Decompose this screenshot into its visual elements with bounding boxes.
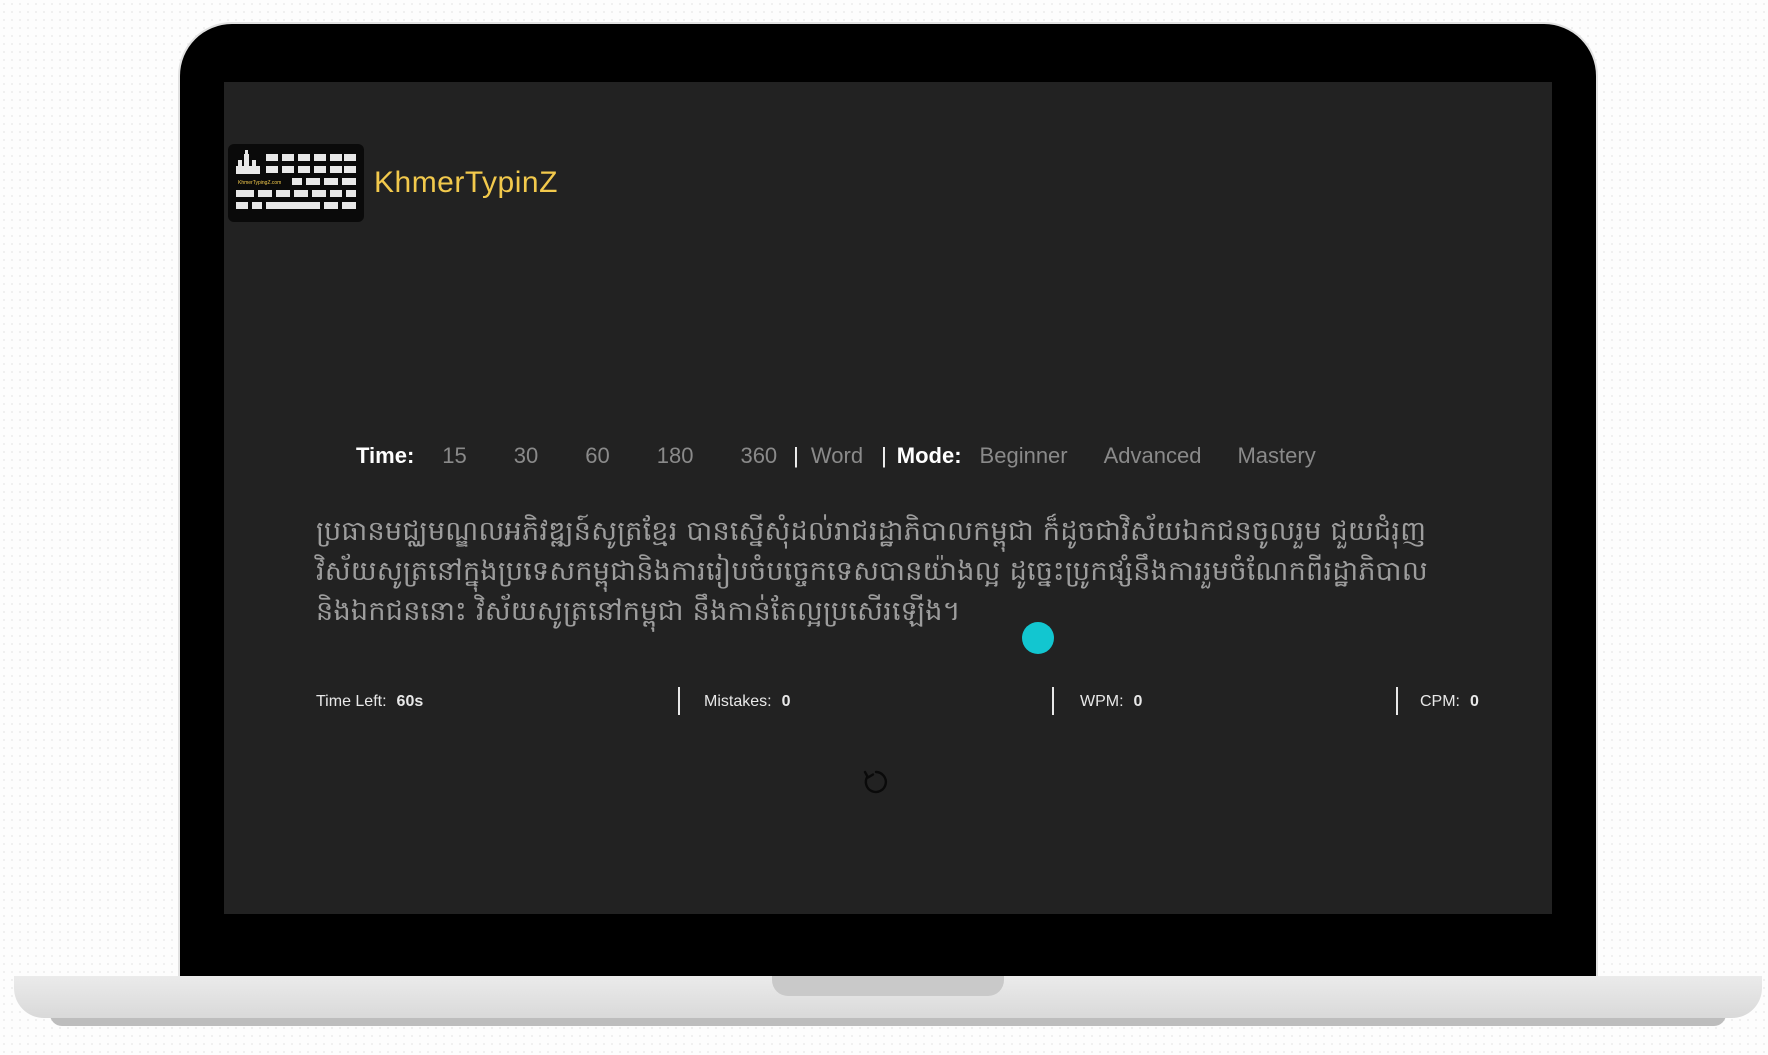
typing-cursor-indicator [1022, 622, 1054, 654]
time-label: Time: [356, 443, 415, 468]
stat-cpm: CPM: 0 [1420, 693, 1479, 711]
word-option[interactable]: Word [811, 443, 863, 469]
laptop-notch [772, 976, 1004, 996]
time-left-label: Time Left: [316, 693, 387, 710]
mode-option-beginner[interactable]: Beginner [980, 443, 1068, 469]
options-divider: | [793, 443, 799, 468]
time-option-60[interactable]: 60 [585, 443, 609, 469]
stats-divider [678, 687, 680, 715]
keyboard-logo-icon[interactable]: KhmerTypingZ.com [228, 144, 364, 222]
stat-time-left: Time Left: 60s [316, 693, 423, 711]
options-bar: Time: 15 30 60 180 360 | Word | Mode: Be… [356, 438, 1316, 474]
stat-wpm: WPM: 0 [1080, 693, 1142, 711]
brand-name[interactable]: KhmerTypinZ [374, 166, 558, 200]
stats-divider [1052, 687, 1054, 715]
mistakes-label: Mistakes: [704, 693, 772, 710]
restart-icon[interactable] [860, 766, 892, 798]
mode-option-advanced[interactable]: Advanced [1104, 443, 1202, 469]
wpm-label: WPM: [1080, 693, 1124, 710]
stat-mistakes: Mistakes: 0 [704, 693, 790, 711]
mistakes-value: 0 [781, 693, 791, 710]
cpm-label: CPM: [1420, 693, 1460, 710]
mode-label: Mode: [896, 443, 962, 468]
app-screen: KhmerTypingZ.com KhmerTypinZ Time: 15 30… [224, 82, 1552, 914]
page-background: KhmerTypingZ.com KhmerTypinZ Time: 15 30… [0, 0, 1768, 1055]
wpm-value: 0 [1133, 693, 1143, 710]
time-option-15[interactable]: 15 [442, 443, 466, 469]
cpm-value: 0 [1470, 693, 1479, 710]
time-option-30[interactable]: 30 [514, 443, 538, 469]
mode-option-mastery[interactable]: Mastery [1237, 443, 1315, 469]
typing-passage[interactable]: ប្រធានមជ្ឈមណ្ឌលអភិវឌ្ឍន៍សូត្រខ្មែរ បានស្… [316, 512, 1456, 632]
logo-caption: KhmerTypingZ.com [238, 180, 281, 186]
stats-divider [1396, 687, 1398, 715]
time-option-180[interactable]: 180 [657, 443, 694, 469]
options-divider: | [881, 443, 887, 468]
stats-bar: Time Left: 60s Mistakes: 0 WPM: 0 CPM: 0 [316, 687, 1479, 717]
keyboard-logo-graphic: KhmerTypingZ.com [236, 150, 356, 209]
time-left-value: 60s [396, 693, 424, 710]
time-option-360[interactable]: 360 [740, 443, 777, 469]
